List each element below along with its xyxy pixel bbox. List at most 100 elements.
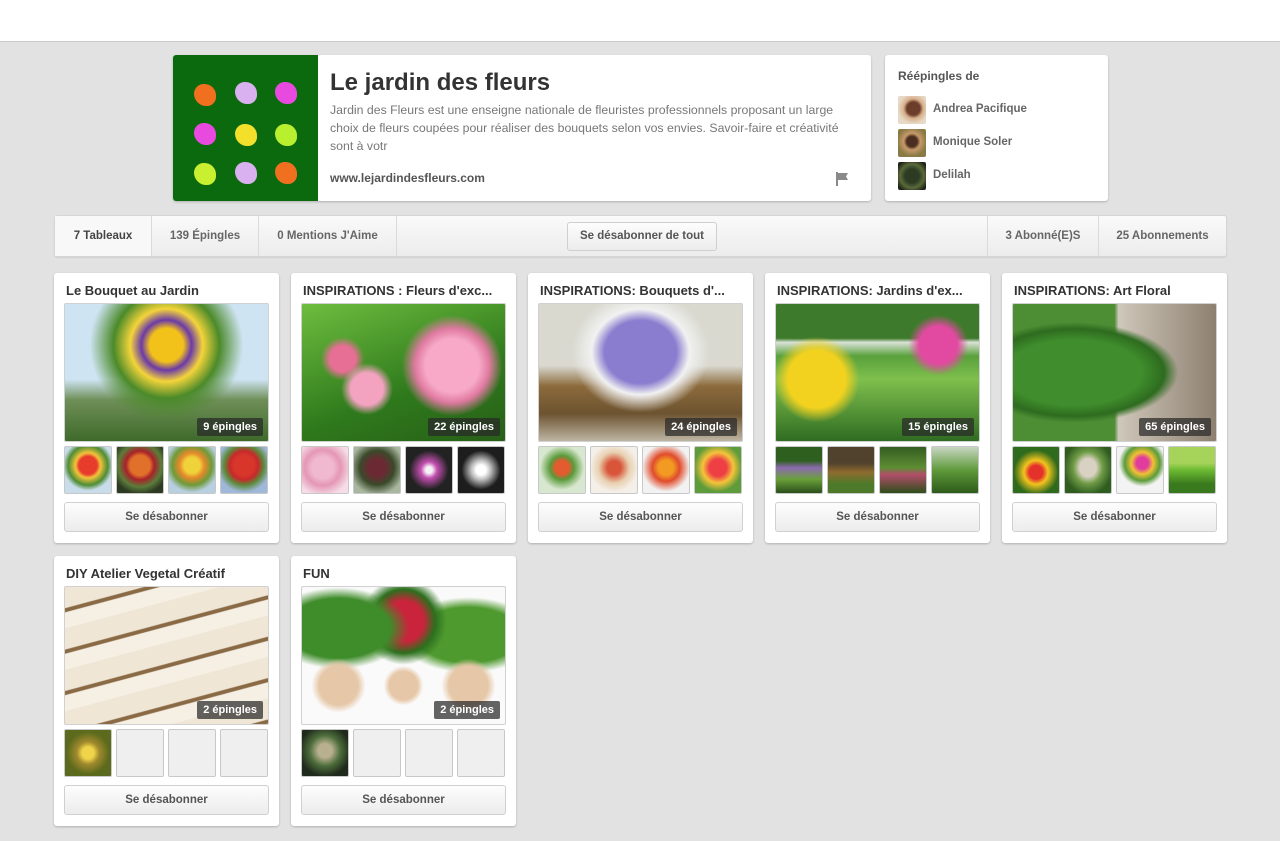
board-card[interactable]: Le Bouquet au Jardin 9 épingles Se désab… [54, 273, 279, 543]
unfollow-button[interactable]: Se désabonner [775, 502, 980, 532]
profile-description: Jardin des Fleurs est une enseigne natio… [330, 103, 839, 153]
repin-user-name[interactable]: Delilah [933, 169, 971, 181]
logo-petal [275, 82, 297, 104]
board-thumbnail[interactable] [931, 446, 979, 494]
board-cover-image[interactable]: 9 épingles [64, 303, 269, 442]
profile-name: Le jardin des fleurs [330, 69, 551, 96]
board-thumbnail[interactable] [1012, 446, 1060, 494]
repin-user[interactable]: Monique Soler [898, 129, 1098, 157]
board-thumbnail[interactable] [64, 446, 112, 494]
board-thumbnail-empty [353, 729, 401, 777]
pin-count-badge: 2 épingles [197, 701, 263, 719]
board-thumbnail-empty [457, 729, 505, 777]
flag-icon[interactable] [835, 172, 849, 186]
board-title[interactable]: INSPIRATIONS: Bouquets d'... [540, 283, 745, 298]
board-thumbnails [301, 729, 506, 777]
board-title[interactable]: Le Bouquet au Jardin [66, 283, 271, 298]
board-thumbnail[interactable] [827, 446, 875, 494]
board-cover-image[interactable]: 65 épingles [1012, 303, 1217, 442]
board-thumbnail[interactable] [1064, 446, 1112, 494]
repin-user-name[interactable]: Andrea Pacifique [933, 103, 1027, 115]
pin-count-badge: 22 épingles [428, 418, 500, 436]
board-thumbnail-empty [168, 729, 216, 777]
profile-stats-bar: 7 Tableaux 139 Épingles 0 Mentions J'Aim… [54, 215, 1227, 257]
board-thumbnail[interactable] [168, 446, 216, 494]
repins-card: Réépingles de Andrea Pacifique Monique S… [885, 55, 1108, 201]
board-thumbnail-empty [405, 729, 453, 777]
logo-petal [235, 82, 257, 104]
board-thumbnail[interactable] [220, 446, 268, 494]
board-thumbnail[interactable] [405, 446, 453, 494]
tab-pins[interactable]: 139 Épingles [152, 216, 259, 256]
repins-title: Réépingles de [898, 69, 980, 83]
board-thumbnail[interactable] [538, 446, 586, 494]
board-thumbnail[interactable] [879, 446, 927, 494]
board-thumbnail[interactable] [353, 446, 401, 494]
unfollow-button[interactable]: Se désabonner [301, 785, 506, 815]
board-thumbnails [64, 446, 269, 494]
board-thumbnails [64, 729, 269, 777]
board-card[interactable]: INSPIRATIONS : Fleurs d'exc... 22 épingl… [291, 273, 516, 543]
board-thumbnails [775, 446, 980, 494]
board-cover-image[interactable]: 2 épingles [64, 586, 269, 725]
board-card[interactable]: FUN 2 épingles Se désabonner [291, 556, 516, 826]
avatar[interactable] [898, 129, 926, 157]
board-thumbnail[interactable] [1168, 446, 1216, 494]
board-title[interactable]: INSPIRATIONS: Jardins d'ex... [777, 283, 982, 298]
profile-website-link[interactable]: www.lejardindesfleurs.com [330, 171, 485, 185]
unfollow-button[interactable]: Se désabonner [64, 785, 269, 815]
repin-user[interactable]: Delilah [898, 162, 1098, 190]
board-thumbnail[interactable] [116, 446, 164, 494]
logo-petal [235, 162, 257, 184]
tab-likes[interactable]: 0 Mentions J'Aime [259, 216, 397, 256]
tab-boards[interactable]: 7 Tableaux [55, 216, 152, 256]
logo-petal [235, 124, 257, 146]
board-thumbnail[interactable] [775, 446, 823, 494]
board-thumbnail[interactable] [457, 446, 505, 494]
board-thumbnail-empty [116, 729, 164, 777]
board-title[interactable]: DIY Atelier Vegetal Créatif [66, 566, 271, 581]
board-thumbnail[interactable] [301, 729, 349, 777]
repin-user-name[interactable]: Monique Soler [933, 136, 1012, 148]
tab-followers[interactable]: 3 Abonné(E)S [987, 216, 1098, 256]
unfollow-button[interactable]: Se désabonner [1012, 502, 1217, 532]
pin-count-badge: 24 épingles [665, 418, 737, 436]
board-thumbnail-empty [220, 729, 268, 777]
board-cover-image[interactable]: 24 épingles [538, 303, 743, 442]
board-thumbnail[interactable] [64, 729, 112, 777]
board-title[interactable]: INSPIRATIONS : Fleurs d'exc... [303, 283, 508, 298]
board-thumbnail[interactable] [590, 446, 638, 494]
board-card[interactable]: INSPIRATIONS: Art Floral 65 épingles Se … [1002, 273, 1227, 543]
pin-count-badge: 65 épingles [1139, 418, 1211, 436]
board-thumbnail[interactable] [301, 446, 349, 494]
repin-user[interactable]: Andrea Pacifique [898, 96, 1098, 124]
unfollow-button[interactable]: Se désabonner [301, 502, 506, 532]
logo-petal [275, 162, 297, 184]
board-thumbnail[interactable] [694, 446, 742, 494]
board-card[interactable]: INSPIRATIONS: Bouquets d'... 24 épingles… [528, 273, 753, 543]
board-thumbnails [301, 446, 506, 494]
profile-card: Le jardin des fleurs Jardin des Fleurs e… [173, 55, 871, 201]
logo-petal [194, 163, 216, 185]
unfollow-button[interactable]: Se désabonner [538, 502, 743, 532]
logo-petal [194, 123, 216, 145]
avatar[interactable] [898, 96, 926, 124]
board-title[interactable]: INSPIRATIONS: Art Floral [1014, 283, 1219, 298]
board-cover-image[interactable]: 2 épingles [301, 586, 506, 725]
unfollow-all-button[interactable]: Se désabonner de tout [567, 222, 717, 251]
board-cover-image[interactable]: 15 épingles [775, 303, 980, 442]
board-cover-image[interactable]: 22 épingles [301, 303, 506, 442]
pin-count-badge: 2 épingles [434, 701, 500, 719]
board-thumbnail[interactable] [1116, 446, 1164, 494]
tab-following[interactable]: 25 Abonnements [1098, 216, 1226, 256]
board-thumbnails [538, 446, 743, 494]
board-title[interactable]: FUN [303, 566, 508, 581]
logo-petal [194, 84, 216, 106]
board-card[interactable]: DIY Atelier Vegetal Créatif 2 épingles S… [54, 556, 279, 826]
avatar[interactable] [898, 162, 926, 190]
board-card[interactable]: INSPIRATIONS: Jardins d'ex... 15 épingle… [765, 273, 990, 543]
profile-logo [173, 55, 318, 201]
board-thumbnail[interactable] [642, 446, 690, 494]
unfollow-button[interactable]: Se désabonner [64, 502, 269, 532]
top-bar [0, 0, 1280, 42]
